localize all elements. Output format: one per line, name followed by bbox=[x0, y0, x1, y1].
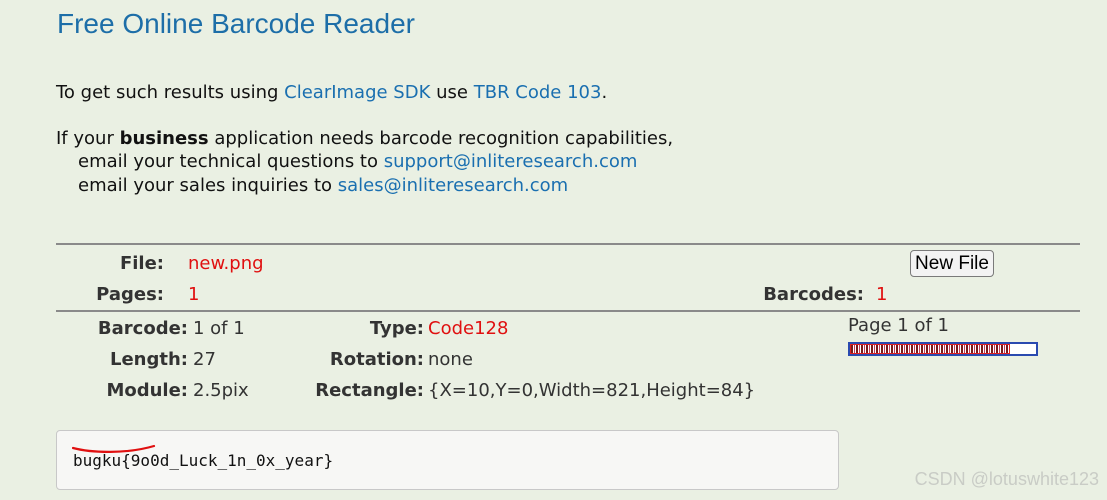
sales-prefix: email your sales inquiries to bbox=[78, 175, 338, 196]
support-prefix: email your technical questions to bbox=[78, 151, 384, 172]
tbr-code-link[interactable]: TBR Code 103 bbox=[474, 82, 602, 103]
barcodes-label: Barcodes: bbox=[763, 284, 864, 305]
barcode-bars-image bbox=[850, 344, 1010, 354]
rectangle-label: Rectangle: bbox=[315, 380, 424, 401]
divider-top bbox=[56, 243, 1080, 245]
business-line-3: email your sales inquiries to sales@inli… bbox=[78, 175, 568, 197]
rotation-label: Rotation: bbox=[329, 349, 424, 370]
red-underline-annotation bbox=[72, 444, 156, 453]
rotation-value: none bbox=[428, 349, 473, 370]
pages-value: 1 bbox=[188, 284, 200, 305]
barcodes-value: 1 bbox=[876, 284, 888, 305]
business-prefix: If your bbox=[56, 128, 120, 149]
business-suffix: application needs barcode recognition ca… bbox=[208, 128, 674, 149]
business-bold: business bbox=[119, 128, 209, 149]
divider-middle bbox=[56, 310, 1080, 312]
rectangle-value: {X=10,Y=0,Width=821,Height=84} bbox=[428, 380, 756, 401]
business-line-2: email your technical questions to suppor… bbox=[78, 151, 637, 173]
length-label: Length: bbox=[110, 349, 188, 370]
barcode-preview-thumbnail[interactable] bbox=[848, 342, 1038, 356]
length-value: 27 bbox=[193, 349, 216, 370]
barcode-label: Barcode: bbox=[97, 318, 188, 339]
page-title: Free Online Barcode Reader bbox=[57, 8, 415, 39]
intro-suffix: . bbox=[601, 82, 608, 103]
intro-prefix: To get such results using bbox=[56, 82, 285, 103]
page-indicator: Page 1 of 1 bbox=[848, 315, 949, 336]
sales-email-link[interactable]: sales@inliteresearch.com bbox=[338, 175, 568, 196]
file-value: new.png bbox=[188, 253, 264, 274]
barcode-value: 1 of 1 bbox=[193, 318, 245, 339]
watermark-text: CSDN @lotuswhite123 bbox=[914, 469, 1099, 489]
pages-label: Pages: bbox=[96, 284, 164, 305]
file-label: File: bbox=[119, 253, 164, 274]
new-file-button[interactable]: New File bbox=[910, 250, 994, 277]
sdk-intro-text: To get such results using ClearImage SDK… bbox=[56, 82, 607, 104]
intro-middle: use bbox=[430, 82, 474, 103]
clearimage-sdk-link[interactable]: ClearImage SDK bbox=[284, 82, 430, 103]
business-line-1: If your business application needs barco… bbox=[56, 128, 673, 150]
decoded-result-box: bugku{9o0d_Luck_1n_0x_year} bbox=[56, 430, 839, 490]
type-label: Type: bbox=[369, 318, 424, 339]
support-email-link[interactable]: support@inliteresearch.com bbox=[384, 151, 638, 172]
module-label: Module: bbox=[106, 380, 188, 401]
type-value: Code128 bbox=[428, 318, 509, 339]
module-value: 2.5pix bbox=[193, 380, 249, 401]
